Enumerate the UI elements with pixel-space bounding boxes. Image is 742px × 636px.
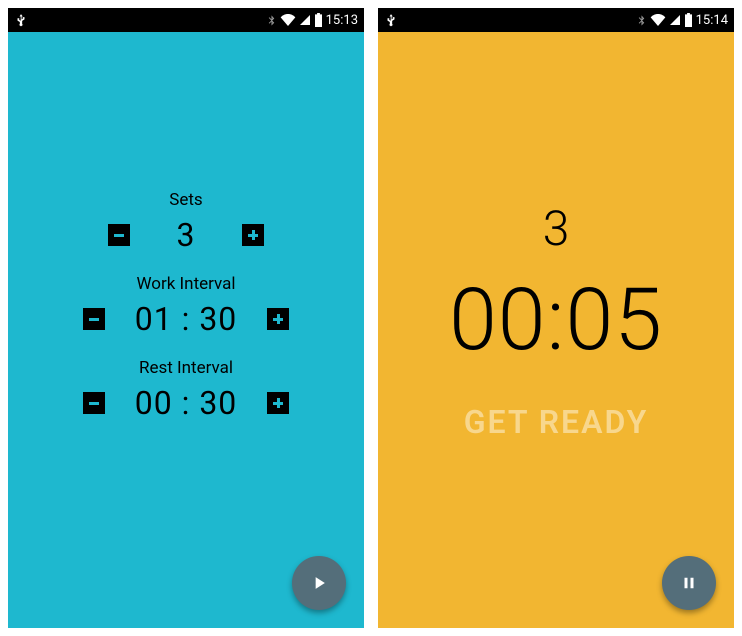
bluetooth-icon [266, 13, 277, 27]
phase-label: GET READY [464, 403, 649, 441]
usb-icon [14, 13, 28, 27]
play-button[interactable] [292, 556, 346, 610]
rest-interval-group: Rest Interval 00 : 30 [83, 358, 289, 422]
work-increment-button[interactable] [267, 308, 289, 330]
sets-increment-button[interactable] [242, 224, 264, 246]
current-set-number: 3 [543, 200, 570, 257]
wifi-icon [650, 14, 666, 26]
sets-label: Sets [169, 190, 202, 210]
signal-icon [299, 14, 311, 26]
pause-icon [680, 574, 698, 592]
sets-decrement-button[interactable] [108, 224, 130, 246]
countdown-screen: 3 00:05 GET READY [378, 32, 734, 628]
wifi-icon [280, 14, 296, 26]
clock-text: 15:13 [326, 13, 358, 28]
phone-countdown: 15:14 3 00:05 GET READY [378, 8, 734, 628]
work-interval-value: 01 : 30 [131, 300, 241, 338]
phone-config: 15:13 Sets 3 Work Interval 01 : 30 [8, 8, 364, 628]
status-bar: 15:14 [378, 8, 734, 32]
battery-icon [684, 13, 693, 27]
battery-icon [314, 13, 323, 27]
play-icon [309, 573, 329, 593]
rest-increment-button[interactable] [267, 392, 289, 414]
work-interval-group: Work Interval 01 : 30 [83, 274, 289, 338]
work-decrement-button[interactable] [83, 308, 105, 330]
signal-icon [669, 14, 681, 26]
usb-icon [384, 13, 398, 27]
countdown-timer: 00:05 [449, 277, 663, 363]
config-screen: Sets 3 Work Interval 01 : 30 Rest Interv… [8, 32, 364, 628]
bluetooth-icon [636, 13, 647, 27]
sets-value: 3 [156, 216, 216, 254]
rest-interval-label: Rest Interval [139, 358, 233, 378]
work-interval-label: Work Interval [136, 274, 235, 294]
status-bar: 15:13 [8, 8, 364, 32]
sets-group: Sets 3 [108, 190, 264, 254]
rest-interval-value: 00 : 30 [131, 384, 241, 422]
rest-decrement-button[interactable] [83, 392, 105, 414]
clock-text: 15:14 [696, 13, 728, 28]
pause-button[interactable] [662, 556, 716, 610]
